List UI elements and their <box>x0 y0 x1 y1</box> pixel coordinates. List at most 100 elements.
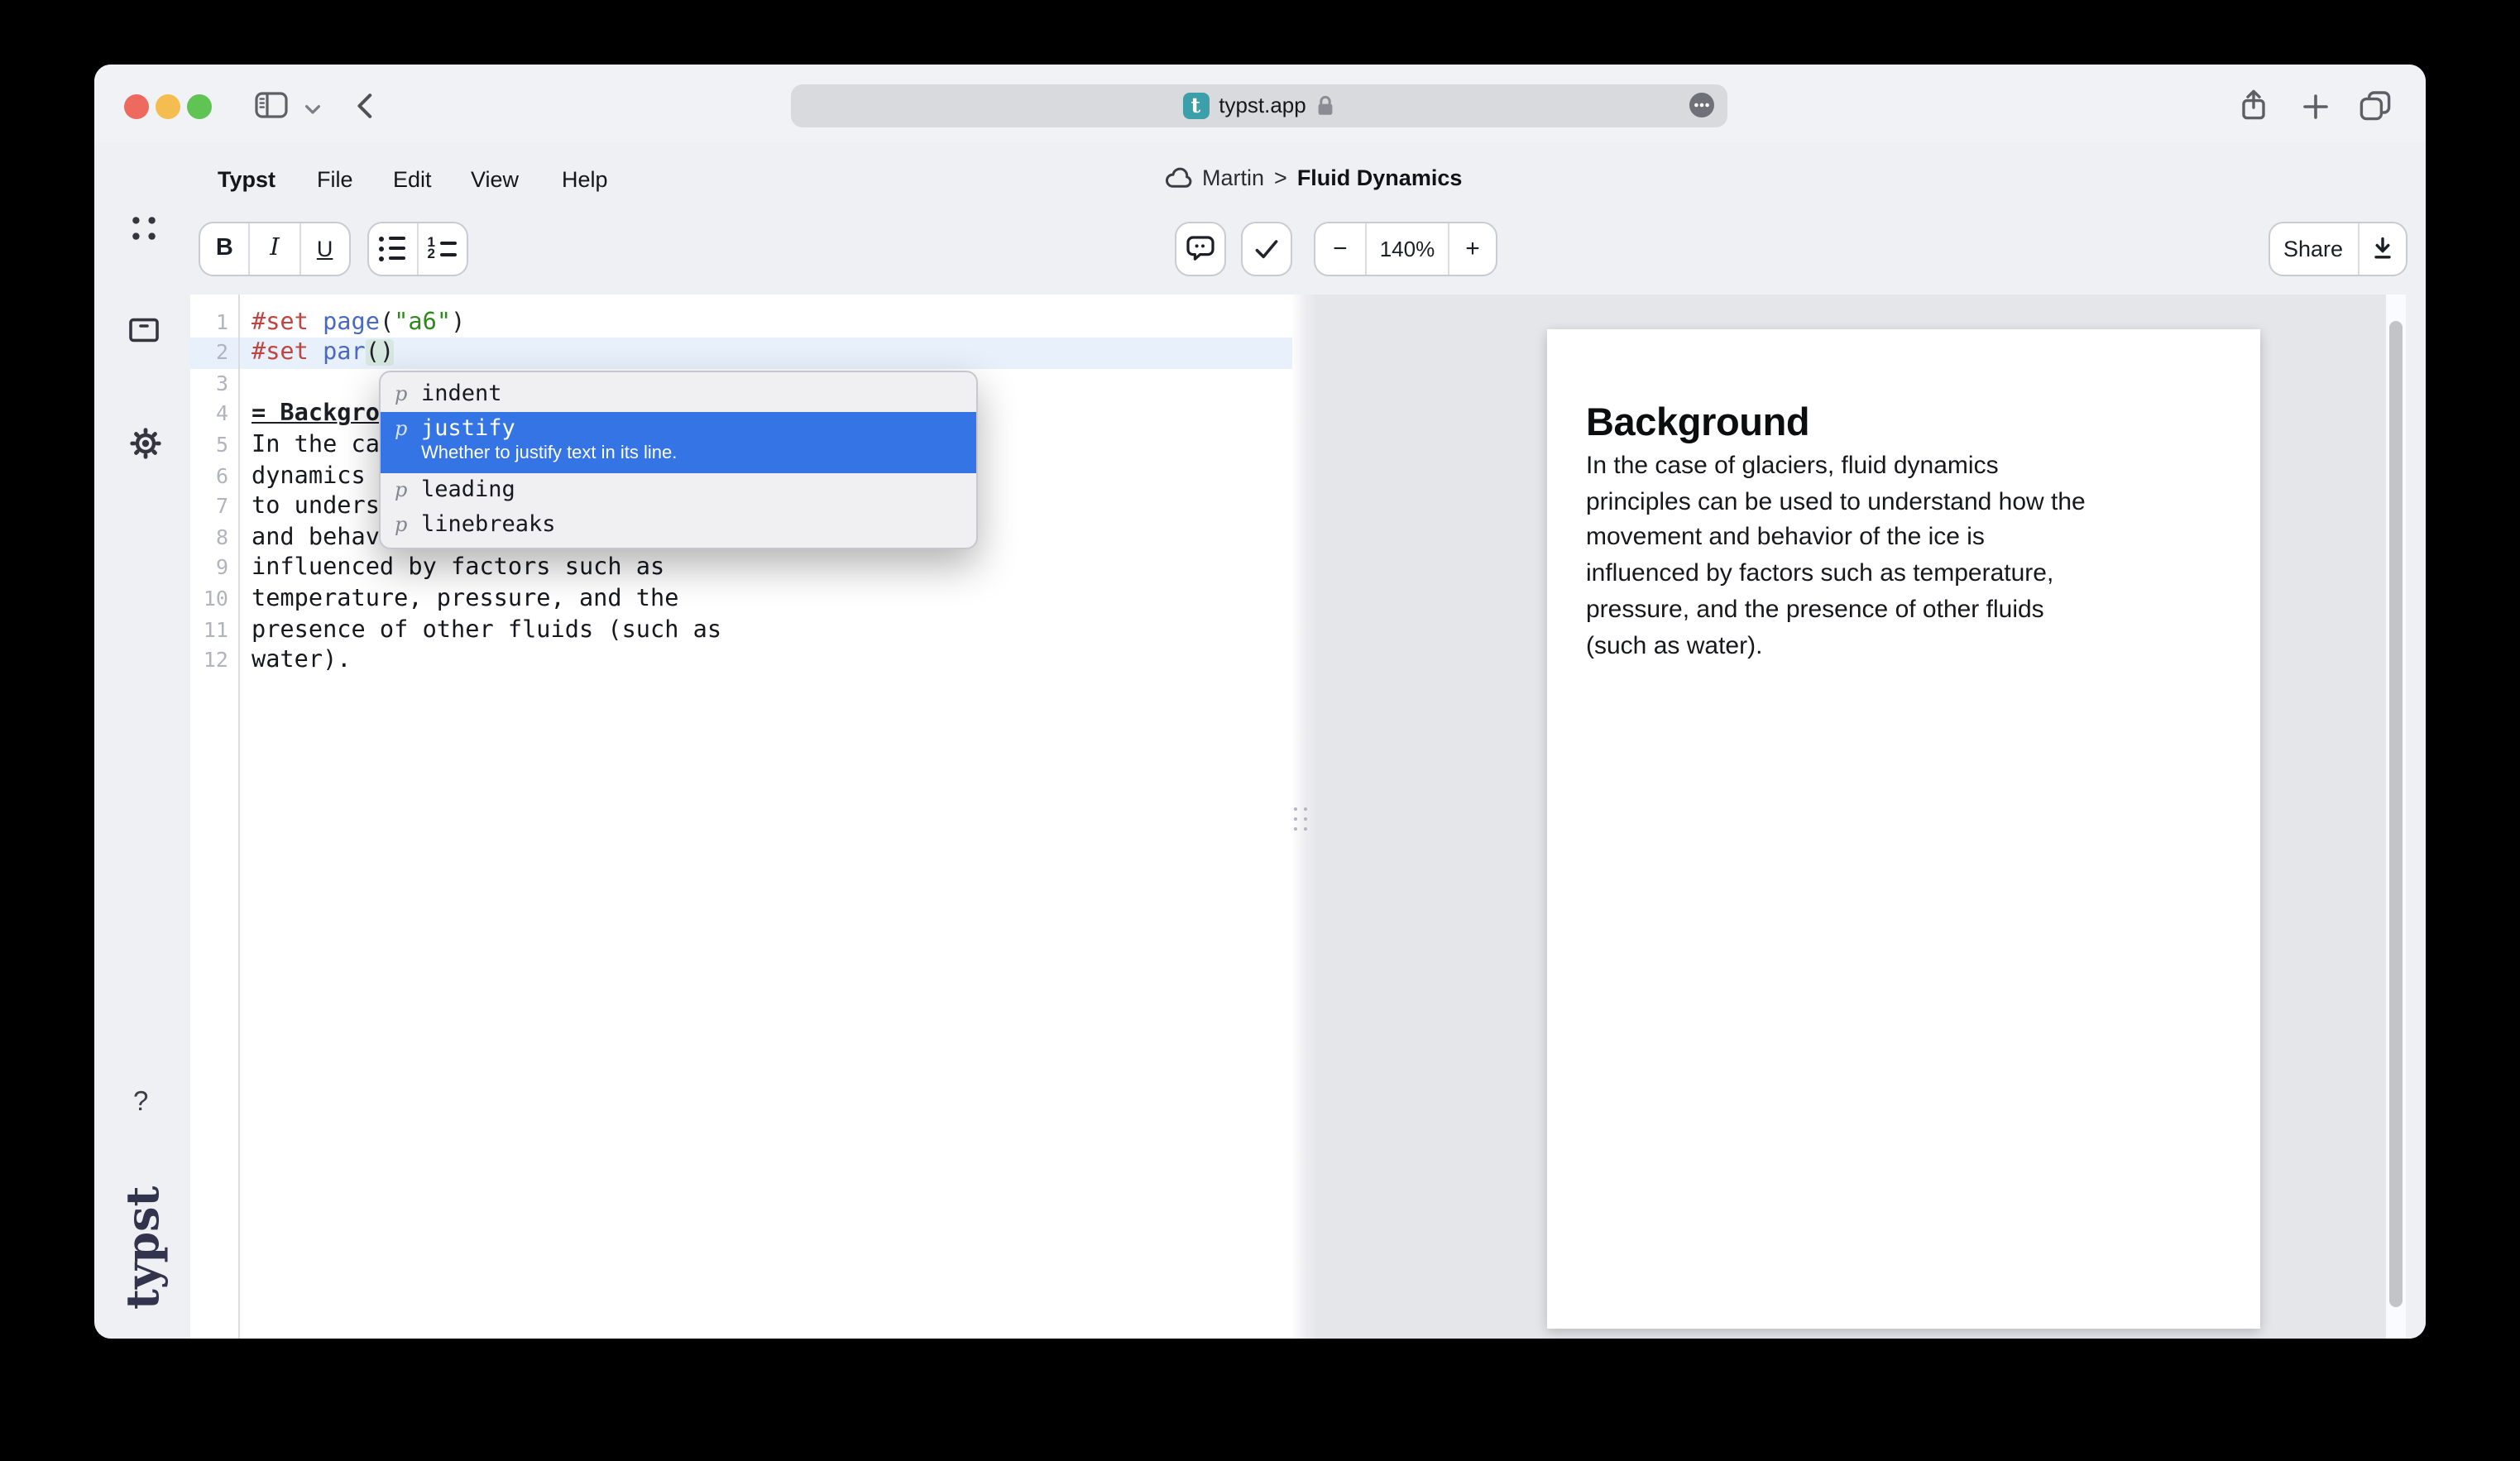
numbered-list-button[interactable]: 1 2 <box>417 223 466 274</box>
breadcrumb-document: Fluid Dynamics <box>1297 165 1463 190</box>
format-group: B I U <box>199 222 351 275</box>
menu-file[interactable]: File <box>317 166 353 191</box>
numbered-list-icon: 1 2 <box>427 241 457 257</box>
download-button[interactable] <box>2357 223 2405 274</box>
code-line-1: #set page("a6") <box>252 307 721 338</box>
url-bar[interactable]: t typst.app <box>791 84 1727 127</box>
italic-label: I <box>270 236 279 262</box>
preview-scrollbar-track[interactable] <box>2385 295 2405 1339</box>
code-function: par <box>323 340 366 366</box>
preview-pane: Background In the case of glaciers, flui… <box>1315 295 2426 1339</box>
autocomplete-item-linebreaks[interactable]: p linebreaks <box>380 508 975 543</box>
breadcrumb-workspace[interactable]: Martin <box>1202 165 1264 190</box>
preview-scrollbar-thumb[interactable] <box>2388 321 2403 1307</box>
breadcrumb: Martin > Fluid Dynamics <box>1164 165 1462 190</box>
sidebar-toggle-icon[interactable] <box>254 91 287 119</box>
close-window-button[interactable] <box>124 94 150 120</box>
zoom-window-button[interactable] <box>187 94 213 120</box>
browser-share-icon[interactable] <box>2238 89 2268 121</box>
autocomplete-item-leading[interactable]: p leading <box>380 473 975 508</box>
line-number: 11 <box>190 615 228 645</box>
menu-help[interactable]: Help <box>562 166 608 191</box>
compile-check-button[interactable] <box>1241 222 1292 275</box>
zoom-out-button[interactable]: − <box>1315 223 1365 274</box>
menu-view[interactable]: View <box>471 166 519 191</box>
typst-logo: typst <box>118 1194 170 1310</box>
url-text: typst.app <box>1219 93 1306 117</box>
zoom-group: − 140% + <box>1314 222 1497 275</box>
line-number: 9 <box>190 553 228 584</box>
autocomplete-item-justify[interactable]: p justify Whether to justify text in its… <box>380 412 975 473</box>
italic-button[interactable]: I <box>249 223 299 274</box>
param-badge-icon: p <box>395 417 408 440</box>
menu-edit[interactable]: Edit <box>393 166 432 191</box>
url-bar-content: t typst.app <box>791 84 1727 127</box>
comment-icon <box>1186 236 1214 262</box>
zoom-out-label: − <box>1333 235 1348 263</box>
zoom-in-button[interactable]: + <box>1448 223 1496 274</box>
code-paren: ( <box>380 309 394 335</box>
code-keyword: #set <box>252 340 323 366</box>
autocomplete-item-indent[interactable]: p indent <box>380 377 975 412</box>
new-tab-icon[interactable] <box>2302 94 2327 119</box>
share-label: Share <box>2283 237 2343 261</box>
screenshot-stage: t typst.app <box>0 0 2520 1461</box>
chevron-down-icon[interactable] <box>304 103 320 115</box>
bullet-list-button[interactable] <box>368 223 417 274</box>
site-favicon: t <box>1182 92 1209 118</box>
tab-overview-icon[interactable] <box>2359 91 2390 121</box>
autocomplete-label: leading <box>421 477 515 503</box>
share-button[interactable]: Share <box>2269 223 2357 274</box>
underline-label: U <box>317 237 333 261</box>
bold-label: B <box>216 236 233 262</box>
preview-right-gutter <box>2405 295 2426 1339</box>
line-number-gutter: 1 2 3 4 5 6 7 8 9 10 11 12 <box>190 307 228 676</box>
minimize-window-button[interactable] <box>156 94 181 120</box>
preview-body-text: In the case of glaciers, fluid dynamics … <box>1586 448 2198 663</box>
autocomplete-description: Whether to justify text in its line. <box>421 443 677 465</box>
param-badge-icon: p <box>395 513 408 536</box>
bullet-list-icon <box>379 237 405 261</box>
code-line-2: #set par() <box>252 338 721 369</box>
autocomplete-popup: p indent p justify Whether to justify te… <box>378 371 977 549</box>
autocomplete-label: indent <box>421 381 502 407</box>
autocomplete-label: linebreaks <box>421 511 556 538</box>
zoom-level-label: 140% <box>1380 237 1435 261</box>
param-badge-icon: p <box>395 478 408 501</box>
code-line-12: water). <box>252 645 721 676</box>
help-button[interactable]: ? <box>133 1087 148 1119</box>
line-number: 5 <box>190 430 228 461</box>
files-box-icon[interactable] <box>129 318 159 342</box>
divider-drag-handle[interactable] <box>1294 807 1312 836</box>
comment-button[interactable] <box>1175 222 1226 275</box>
page-settings-icon[interactable] <box>1689 93 1714 117</box>
share-group: Share <box>2268 222 2407 275</box>
favicon-letter: t <box>1191 93 1200 117</box>
code-keyword: #set <box>252 309 323 335</box>
bold-button[interactable]: B <box>200 223 249 274</box>
line-number: 10 <box>190 584 228 615</box>
code-paren: ) <box>451 309 465 335</box>
line-number: 7 <box>190 492 228 523</box>
underline-button[interactable]: U <box>299 223 349 274</box>
browser-chrome: t typst.app <box>93 65 2426 142</box>
settings-gear-icon[interactable] <box>128 427 161 460</box>
gutter-separator <box>237 295 239 1339</box>
line-number: 1 <box>190 307 228 338</box>
apps-grid-icon[interactable] <box>131 215 157 242</box>
menu-typst[interactable]: Typst <box>218 166 275 191</box>
line-number: 4 <box>190 400 228 430</box>
document-page: Background In the case of glaciers, flui… <box>1547 329 2260 1329</box>
safari-window: t typst.app <box>93 65 2426 1339</box>
download-icon <box>2370 237 2393 261</box>
param-badge-icon: p <box>395 382 408 405</box>
line-number: 3 <box>190 369 228 400</box>
zoom-in-label: + <box>1465 235 1480 263</box>
line-number: 12 <box>190 645 228 676</box>
code-line-10: temperature, pressure, and the <box>252 584 721 615</box>
line-number: 6 <box>190 461 228 491</box>
matched-brackets: () <box>366 340 394 366</box>
cloud-sync-icon <box>1164 167 1192 189</box>
autocomplete-label: justify <box>421 415 677 442</box>
back-button-icon[interactable] <box>355 93 373 119</box>
